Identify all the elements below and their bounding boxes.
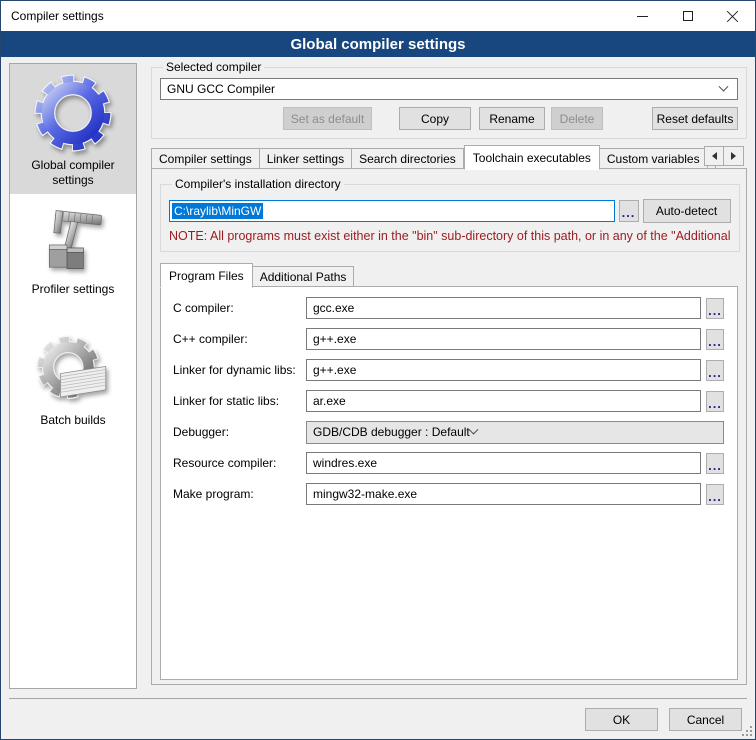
compiler-buttons-row: Set as default Copy Rename Delete Reset … [160, 107, 738, 130]
ok-button[interactable]: OK [585, 708, 658, 731]
c-compiler-input[interactable]: gcc.exe [306, 297, 701, 319]
subtab-program-files[interactable]: Program Files [160, 263, 253, 288]
close-button[interactable] [710, 1, 755, 31]
sidebar-item-label: Profiler settings [10, 280, 136, 303]
resource-compiler-value: windres.exe [313, 456, 377, 470]
linker-static-label: Linker for static libs: [173, 394, 306, 408]
copy-button[interactable]: Copy [399, 107, 471, 130]
tab-linker-settings[interactable]: Linker settings [260, 148, 352, 169]
field-row-debugger: Debugger: GDB/CDB debugger : Default [173, 421, 724, 443]
tab-scroll-right-button[interactable] [724, 146, 744, 166]
make-program-browse-button[interactable]: ... [706, 484, 724, 505]
arrow-left-icon [712, 152, 717, 160]
linker-dynamic-value: g++.exe [313, 363, 356, 377]
installation-directory-row: C:\raylib\MinGW ... Auto-detect [169, 199, 731, 223]
cpp-compiler-label: C++ compiler: [173, 332, 306, 346]
field-row-resource-compiler: Resource compiler: windres.exe ... [173, 452, 724, 474]
resource-compiler-input[interactable]: windres.exe [306, 452, 701, 474]
main-tabstrip: Compiler settings Linker settings Search… [151, 144, 747, 169]
cpp-compiler-input[interactable]: g++.exe [306, 328, 701, 350]
make-program-label: Make program: [173, 487, 306, 501]
arrow-right-icon [731, 152, 736, 160]
linker-static-value: ar.exe [313, 394, 346, 408]
tab-scroll-left-button[interactable] [704, 146, 724, 166]
debugger-label: Debugger: [173, 425, 306, 439]
compiler-combobox[interactable]: GNU GCC Compiler [160, 78, 738, 100]
resource-compiler-label: Resource compiler: [173, 456, 306, 470]
c-compiler-value: gcc.exe [313, 301, 354, 315]
caliper-icon [10, 204, 136, 280]
sidebar-item-label: Global compiler settings [10, 156, 136, 194]
cancel-button[interactable]: Cancel [669, 708, 742, 731]
subtab-additional-paths[interactable]: Additional Paths [253, 266, 355, 287]
set-as-default-button[interactable]: Set as default [283, 107, 372, 130]
installation-directory-value: C:\raylib\MinGW [172, 203, 263, 219]
compiler-settings-dialog: Compiler settings Global compiler settin… [0, 0, 756, 740]
linker-static-browse-button[interactable]: ... [706, 391, 724, 412]
c-compiler-browse-button[interactable]: ... [706, 298, 724, 319]
field-row-linker-static: Linker for static libs: ar.exe ... [173, 390, 724, 412]
minimize-icon [637, 16, 648, 17]
window-title: Compiler settings [1, 9, 620, 23]
tab-scroll-arrows [704, 146, 744, 166]
footer-buttons: OK Cancel [585, 708, 742, 731]
linker-dynamic-input[interactable]: g++.exe [306, 359, 701, 381]
gray-gear-stack-icon [10, 333, 136, 411]
tab-search-directories[interactable]: Search directories [352, 148, 464, 169]
minimize-button[interactable] [620, 1, 665, 31]
field-row-cpp-compiler: C++ compiler: g++.exe ... [173, 328, 724, 350]
toolchain-executables-page: Compiler's installation directory C:\ray… [151, 168, 747, 685]
program-files-tabstrip: Program Files Additional Paths [160, 262, 738, 287]
linker-dynamic-label: Linker for dynamic libs: [173, 363, 306, 377]
tab-custom-variables[interactable]: Custom variables [600, 148, 708, 169]
footer-separator [9, 698, 747, 699]
linker-static-input[interactable]: ar.exe [306, 390, 701, 412]
reset-defaults-button[interactable]: Reset defaults [652, 107, 738, 130]
settings-sidebar: Global compiler settings [9, 63, 137, 689]
bin-subdirectory-note: NOTE: All programs must exist either in … [169, 229, 731, 243]
cpp-compiler-value: g++.exe [313, 332, 356, 346]
installation-directory-group: Compiler's installation directory C:\ray… [160, 177, 740, 252]
resize-grip[interactable] [750, 734, 752, 736]
rename-button[interactable]: Rename [479, 107, 545, 130]
selected-compiler-legend: Selected compiler [163, 60, 264, 74]
maximize-button[interactable] [665, 1, 710, 31]
linker-dynamic-browse-button[interactable]: ... [706, 360, 724, 381]
sidebar-item-label: Batch builds [10, 411, 136, 434]
tab-toolchain-executables[interactable]: Toolchain executables [464, 145, 600, 170]
sidebar-item-batch-builds[interactable]: Batch builds [10, 333, 136, 434]
selected-compiler-group: Selected compiler GNU GCC Compiler Set a… [151, 60, 747, 139]
installation-directory-input[interactable]: C:\raylib\MinGW [169, 200, 615, 222]
chevron-down-icon [719, 81, 729, 91]
dialog-body: Global compiler settings [1, 57, 755, 739]
delete-button[interactable]: Delete [551, 107, 603, 130]
debugger-combobox[interactable]: GDB/CDB debugger : Default [306, 421, 724, 444]
c-compiler-label: C compiler: [173, 301, 306, 315]
maximize-icon [683, 11, 693, 21]
sidebar-item-global-compiler-settings[interactable]: Global compiler settings [10, 64, 136, 194]
make-program-input[interactable]: mingw32-make.exe [306, 483, 701, 505]
field-row-make-program: Make program: mingw32-make.exe ... [173, 483, 724, 505]
cpp-compiler-browse-button[interactable]: ... [706, 329, 724, 350]
page-title: Global compiler settings [1, 31, 755, 57]
titlebar: Compiler settings [1, 1, 755, 31]
auto-detect-button[interactable]: Auto-detect [643, 199, 731, 223]
program-files-page: C compiler: gcc.exe ... C++ compiler: g+… [160, 286, 738, 680]
resource-compiler-browse-button[interactable]: ... [706, 453, 724, 474]
compiler-combobox-value: GNU GCC Compiler [167, 82, 720, 96]
installation-directory-legend: Compiler's installation directory [172, 177, 344, 191]
tab-compiler-settings[interactable]: Compiler settings [151, 148, 260, 169]
field-row-linker-dynamic: Linker for dynamic libs: g++.exe ... [173, 359, 724, 381]
blue-gear-icon [10, 64, 136, 156]
sidebar-item-profiler-settings[interactable]: Profiler settings [10, 204, 136, 303]
debugger-value: GDB/CDB debugger : Default [313, 425, 470, 439]
installation-directory-browse-button[interactable]: ... [619, 200, 639, 222]
close-icon [726, 10, 739, 23]
make-program-value: mingw32-make.exe [313, 487, 417, 501]
main-panel: Selected compiler GNU GCC Compiler Set a… [151, 60, 747, 685]
field-row-c-compiler: C compiler: gcc.exe ... [173, 297, 724, 319]
